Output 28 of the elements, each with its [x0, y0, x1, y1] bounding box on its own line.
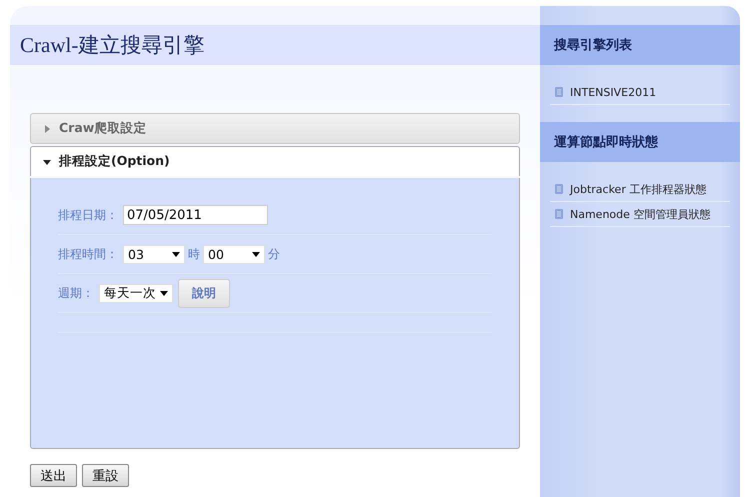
page-title: Crawl-建立搜尋引擎	[20, 32, 204, 59]
triangle-icon	[43, 158, 51, 166]
document-icon	[555, 87, 563, 97]
unit-label: 時	[188, 246, 200, 262]
form-button[interactable]: 重設	[82, 464, 129, 487]
form-button[interactable]: 送出	[30, 464, 77, 487]
sidebar-heading: 運算節點即時狀態	[540, 122, 740, 162]
minute-select[interactable]: 00	[203, 244, 265, 264]
triangle-icon	[43, 124, 51, 132]
field-label: 排程時間：	[58, 246, 118, 262]
period-select[interactable]: 每天一次	[99, 284, 173, 302]
help-button[interactable]: 說明	[178, 278, 230, 308]
sidebar-link[interactable]: INTENSIVE2011	[570, 86, 656, 98]
date-input[interactable]: 07/05/2011	[123, 205, 268, 225]
accordion-header[interactable]: Craw爬取設定	[30, 113, 520, 144]
sidebar-link[interactable]: Jobtracker 工作排程器狀態	[570, 182, 706, 196]
caret-icon	[172, 252, 180, 256]
hour-select[interactable]: 03	[123, 244, 185, 264]
field-label: 排程日期：	[58, 206, 118, 224]
accordion-header[interactable]: 排程設定(Option)	[30, 146, 520, 176]
document-icon	[555, 209, 563, 219]
caret-icon	[252, 252, 260, 256]
unit-label: 分	[268, 246, 280, 262]
sidebar-link[interactable]: Namenode 空間管理員狀態	[570, 206, 710, 222]
caret-icon	[160, 290, 168, 296]
sidebar-heading: 搜尋引擎列表	[540, 25, 740, 65]
document-icon	[555, 184, 563, 194]
field-label: 週期：	[58, 284, 94, 302]
